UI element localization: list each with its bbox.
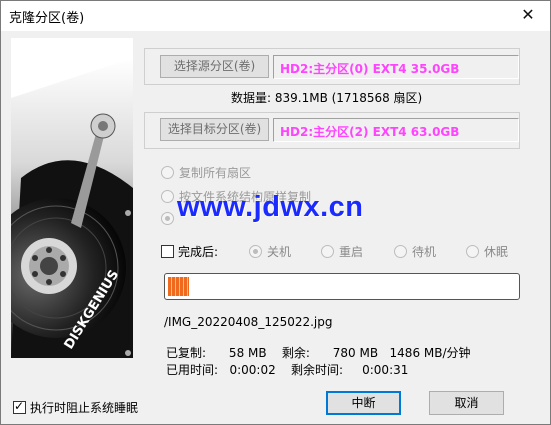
- radio-icon: [466, 245, 479, 258]
- radio-shutdown[interactable]: 关机: [249, 243, 291, 260]
- radio-icon: [321, 245, 334, 258]
- copy-stats-line: 已复制: 58 MB 剩余: 780 MB 1486 MB/分钟: [166, 346, 471, 360]
- radio-copy-all-sectors[interactable]: 复制所有扇区: [161, 164, 251, 181]
- source-partition-field: HD2:主分区(0) EXT4 35.0GB: [273, 55, 519, 79]
- after-complete-checkbox[interactable]: 完成后:: [161, 245, 218, 259]
- radio-hibernate[interactable]: 休眠: [466, 243, 508, 260]
- radio-restart[interactable]: 重启: [321, 243, 363, 260]
- diskgenius-hard-drive-image: DISKGENIUS: [11, 38, 133, 358]
- select-target-button[interactable]: 选择目标分区(卷): [160, 118, 269, 141]
- cancel-button[interactable]: 取消: [429, 391, 504, 415]
- target-partition-field: HD2:主分区(2) EXT4 63.0GB: [273, 118, 519, 142]
- prevent-sleep-checkbox[interactable]: 执行时阻止系统睡眠: [13, 399, 138, 416]
- radio-icon: [249, 245, 262, 258]
- window-title: 克隆分区(卷): [9, 11, 85, 26]
- clone-partition-dialog: 克隆分区(卷) ✕ DISKGENIUS 选择源分区(卷) HD2:主分区(0)…: [0, 0, 551, 425]
- radio-icon: [161, 212, 174, 225]
- radio-icon: [161, 166, 174, 179]
- radio-icon: [394, 245, 407, 258]
- checkbox-icon: [161, 245, 174, 258]
- close-button[interactable]: ✕: [506, 1, 550, 31]
- checkbox-icon: [13, 399, 26, 414]
- data-amount-text: 数据量: 839.1MB (1718568 扇区): [231, 91, 423, 105]
- clone-progress-bar: [164, 273, 520, 300]
- progress-fill: [168, 277, 189, 296]
- title-bar: 克隆分区(卷) ✕: [1, 1, 550, 31]
- watermark-text: www.jdwx.cn: [177, 191, 364, 223]
- current-file-path: /IMG_20220408_125022.jpg: [164, 315, 333, 329]
- stop-button[interactable]: 中断: [326, 391, 401, 415]
- radio-standby[interactable]: 待机: [394, 243, 436, 260]
- time-stats-line: 已用时间: 0:00:02 剩余时间: 0:00:31: [166, 363, 409, 377]
- radio-icon: [161, 190, 174, 203]
- after-complete-row: 完成后:: [161, 243, 218, 260]
